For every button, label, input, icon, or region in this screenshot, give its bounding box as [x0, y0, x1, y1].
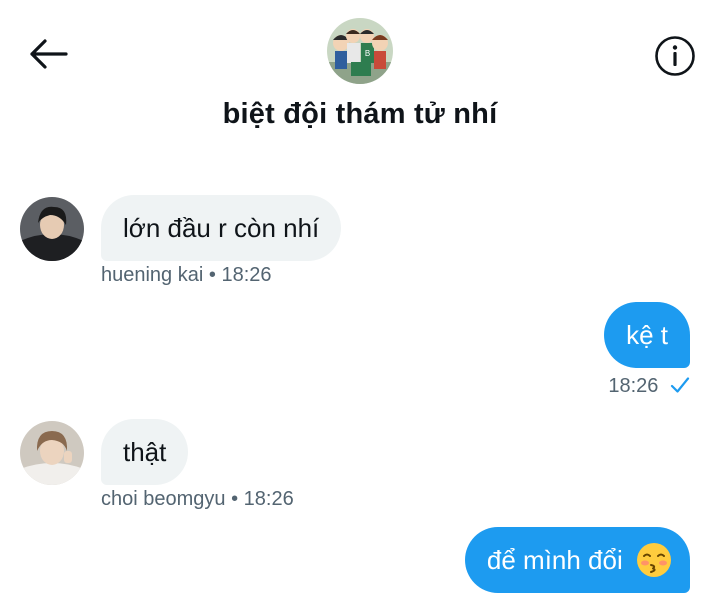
- info-button[interactable]: [654, 35, 696, 77]
- sent-check-icon: [670, 377, 690, 393]
- meta-separator: •: [231, 488, 239, 510]
- message-time: 18:26: [608, 375, 659, 397]
- message-time: 18:26: [243, 488, 294, 510]
- back-button[interactable]: [26, 36, 70, 72]
- kissing-face-emoji: [637, 543, 671, 578]
- message-bubble-incoming[interactable]: lớn đầu r còn nhí: [101, 195, 342, 261]
- meta-separator: •: [208, 264, 216, 286]
- message-meta: choi beomgyu • 18:26: [101, 488, 294, 511]
- avatar-huening-kai[interactable]: [20, 197, 84, 261]
- arrow-left-icon: [30, 39, 68, 69]
- avatar-choi-beomgyu[interactable]: [20, 421, 84, 485]
- message-bubble-incoming[interactable]: thật: [101, 419, 189, 485]
- svg-text:B: B: [365, 49, 370, 58]
- group-avatar[interactable]: B: [327, 18, 393, 84]
- conversation-title[interactable]: biệt đội thám tử nhí: [0, 98, 720, 131]
- sender-name: huening kai: [101, 264, 204, 286]
- message-bubble-outgoing[interactable]: để mình đổi: [464, 527, 690, 593]
- message-meta: 18:26: [608, 375, 690, 398]
- message-time: 18:26: [221, 264, 272, 286]
- sender-name: choi beomgyu: [101, 488, 226, 510]
- message-bubble-outgoing[interactable]: kệ t: [604, 302, 690, 368]
- message-text: để mình đổi: [486, 545, 623, 575]
- message-meta: huening kai • 18:26: [101, 264, 272, 287]
- info-icon: [655, 36, 695, 76]
